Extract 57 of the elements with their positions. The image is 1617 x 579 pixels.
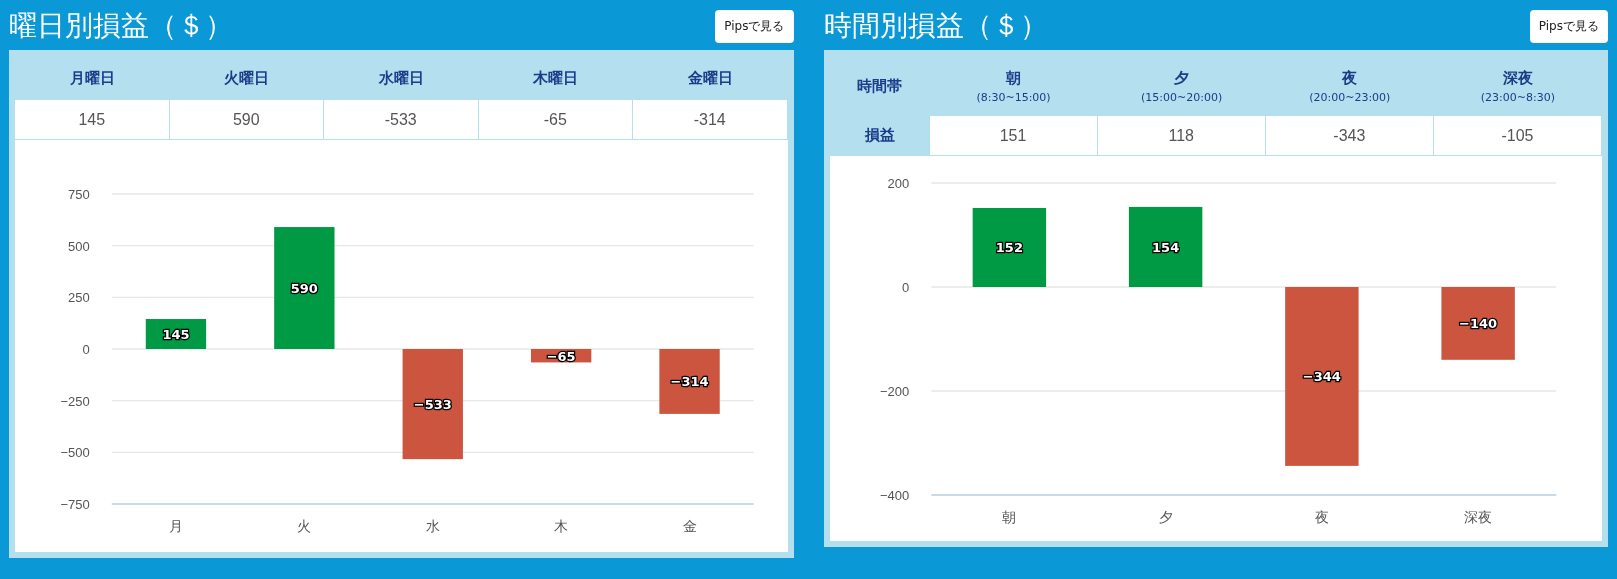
bar-value-label: −533 [413,397,452,413]
bar-value-label: −314 [670,374,709,390]
row-header: 損益 [863,125,896,146]
x-axis-label: 火 [297,518,312,534]
column-header: 朝 [1006,68,1022,88]
pips-button[interactable]: Pipsで見る [715,9,794,43]
y-tick-label: −200 [879,384,909,399]
y-tick-label: −400 [879,488,909,503]
x-axis-label: 月 [168,518,183,534]
column-header: 夜 [1342,68,1358,88]
bar-value-label: 590 [290,281,318,297]
x-axis-label: 夜 [1314,509,1329,525]
bar-value-label: −140 [1458,316,1497,332]
table-cell: -314 [633,100,788,140]
y-tick-label: 250 [68,290,90,306]
column-header: 木曜日 [533,68,579,88]
x-axis-label: 水 [425,518,440,534]
y-tick-label: 750 [68,187,90,202]
y-tick-label: 200 [887,176,909,191]
bar-value-label: −65 [546,348,576,364]
x-axis-label: 木 [554,518,569,534]
pips-button[interactable]: Pipsで見る [1529,9,1608,43]
x-axis-label: 夕 [1158,509,1173,525]
panel-title: 時間別損益（＄） [823,8,1048,44]
table-cell: -343 [1265,116,1434,156]
column-header: 金曜日 [687,68,733,88]
y-tick-label: 0 [901,280,909,295]
table-cell: 118 [1097,116,1266,156]
table-cell: 145 [15,100,170,140]
bar-value-label: −344 [1302,369,1341,385]
time-range: (15:00~20:00) [1141,90,1223,104]
bar-value-label: 152 [995,240,1023,256]
x-axis-label: 深夜 [1463,509,1492,525]
time-range: (20:00~23:00) [1309,90,1391,104]
table-cell: -533 [324,100,479,140]
y-tick-label: −250 [60,393,90,409]
column-header: 火曜日 [224,68,270,88]
y-tick-label: −750 [60,497,90,512]
y-tick-label: −500 [60,445,90,461]
time-range: (8:30~15:00) [976,90,1051,104]
column-header: 水曜日 [378,68,424,88]
table-cell: 151 [929,116,1098,156]
row-header: 時間帯 [856,75,903,97]
y-tick-label: 0 [82,342,90,357]
x-axis-label: 朝 [1001,509,1016,525]
bar-value-label: 145 [162,327,190,342]
panel-title: 曜日別損益（＄） [9,8,233,44]
y-tick-label: 500 [68,238,90,254]
column-header: 月曜日 [69,68,115,88]
x-axis-label: 金 [682,518,697,534]
bar-value-label: 154 [1151,239,1179,255]
table-cell: -105 [1433,116,1602,156]
column-header: 深夜 [1502,68,1533,88]
time-range: (23:00~8:30) [1480,90,1556,104]
column-header: 夕 [1174,68,1190,88]
table-cell: -65 [478,100,633,140]
table-cell: 590 [169,100,324,140]
